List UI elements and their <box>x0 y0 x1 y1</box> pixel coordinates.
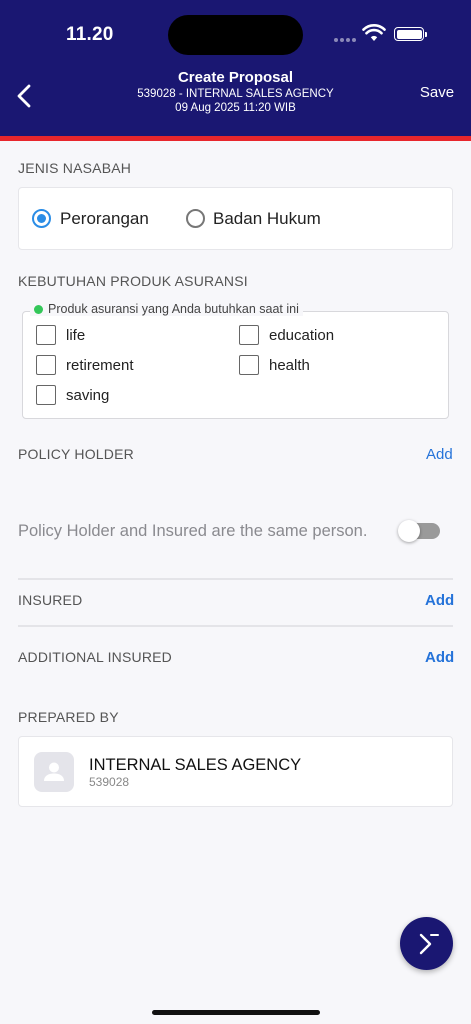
save-button[interactable]: Save <box>414 84 460 101</box>
status-time: 11.20 <box>66 24 114 45</box>
chevron-right-icon <box>419 933 439 955</box>
checkbox-health-label[interactable]: health <box>269 357 310 374</box>
jenis-nasabah-label: JENIS NASABAH <box>18 160 132 176</box>
prepared-by-label: PREPARED BY <box>18 709 119 725</box>
kebutuhan-legend-text: Produk asuransi yang Anda butuhkan saat … <box>48 302 299 316</box>
dynamic-island <box>168 15 303 55</box>
avatar <box>34 752 74 792</box>
wifi-icon <box>362 24 386 41</box>
additional-insured-label: ADDITIONAL INSURED <box>18 649 172 665</box>
header-accent-bar <box>0 136 471 141</box>
insured-label: INSURED <box>18 592 83 608</box>
additional-insured-add-link[interactable]: Add <box>425 649 454 666</box>
kebutuhan-label: KEBUTUHAN PRODUK ASURANSI <box>18 273 248 289</box>
radio-badan-hukum[interactable] <box>186 209 205 228</box>
toggle-knob <box>398 520 420 542</box>
policy-holder-label: POLICY HOLDER <box>18 446 134 462</box>
kebutuhan-legend: Produk asuransi yang Anda butuhkan saat … <box>30 302 303 316</box>
required-dot-icon <box>34 304 43 314</box>
checkbox-life-label[interactable]: life <box>66 327 85 344</box>
prepared-by-name: INTERNAL SALES AGENCY <box>89 756 302 774</box>
header-datetime: 09 Aug 2025 11:20 WIB <box>175 102 296 114</box>
next-fab-button[interactable] <box>400 917 453 970</box>
checkbox-retirement[interactable] <box>36 355 56 375</box>
divider <box>18 578 453 580</box>
checkbox-health[interactable] <box>239 355 259 375</box>
same-person-toggle[interactable] <box>398 520 440 542</box>
same-person-text: Policy Holder and Insured are the same p… <box>18 522 368 540</box>
battery-icon <box>394 27 427 41</box>
user-icon <box>44 762 64 781</box>
checkbox-education-label[interactable]: education <box>269 327 334 344</box>
home-indicator <box>152 1010 320 1015</box>
insured-add-link[interactable]: Add <box>425 592 454 609</box>
radio-perorangan-label[interactable]: Perorangan <box>60 209 149 229</box>
header-agency: 539028 - INTERNAL SALES AGENCY <box>137 88 334 100</box>
policy-holder-add-link[interactable]: Add <box>426 446 453 463</box>
page-title: Create Proposal <box>177 69 294 86</box>
app-header: 11.20 Create Proposal 539028 - INTERNAL … <box>0 0 471 136</box>
checkbox-saving-label[interactable]: saving <box>66 387 109 404</box>
cellular-signal-icon <box>334 38 356 42</box>
prepared-by-code: 539028 <box>89 775 130 789</box>
radio-perorangan[interactable] <box>32 209 51 228</box>
radio-badan-hukum-label[interactable]: Badan Hukum <box>213 209 321 229</box>
checkbox-saving[interactable] <box>36 385 56 405</box>
header-title-block: Create Proposal 539028 - INTERNAL SALES … <box>90 69 381 115</box>
back-chevron-icon[interactable] <box>12 82 38 110</box>
checkbox-education[interactable] <box>239 325 259 345</box>
divider <box>18 625 453 627</box>
checkbox-life[interactable] <box>36 325 56 345</box>
checkbox-retirement-label[interactable]: retirement <box>66 357 134 374</box>
